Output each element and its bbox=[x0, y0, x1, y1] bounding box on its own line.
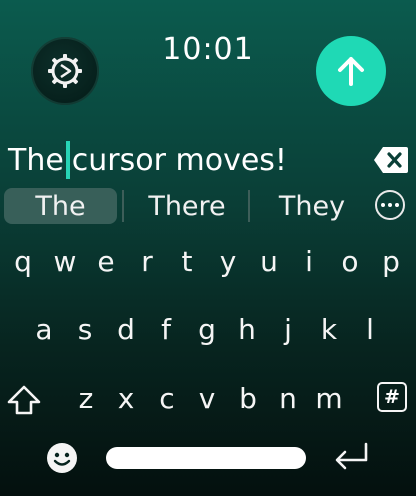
text-cursor bbox=[65, 141, 70, 179]
key[interactable]: h bbox=[232, 313, 262, 346]
backspace-icon bbox=[374, 147, 408, 173]
key[interactable]: m bbox=[314, 382, 344, 415]
key[interactable]: z bbox=[71, 382, 101, 415]
key[interactable]: q bbox=[8, 245, 38, 278]
dot bbox=[388, 203, 392, 207]
shift-icon bbox=[7, 385, 41, 415]
key[interactable]: g bbox=[192, 313, 222, 346]
key[interactable]: c bbox=[152, 382, 182, 415]
text-before-cursor: The bbox=[8, 142, 64, 178]
key[interactable]: u bbox=[254, 245, 284, 278]
key[interactable]: l bbox=[355, 313, 385, 346]
more-options-button[interactable] bbox=[375, 190, 405, 220]
key[interactable]: f bbox=[151, 313, 181, 346]
key[interactable]: j bbox=[273, 313, 303, 346]
key[interactable]: s bbox=[70, 313, 100, 346]
key[interactable]: v bbox=[192, 382, 222, 415]
key[interactable]: x bbox=[111, 382, 141, 415]
shift-key[interactable] bbox=[6, 384, 42, 416]
key[interactable]: t bbox=[172, 245, 202, 278]
text-after-cursor: cursor moves! bbox=[71, 142, 287, 178]
key[interactable]: b bbox=[233, 382, 263, 415]
return-icon bbox=[335, 442, 368, 470]
key[interactable]: o bbox=[335, 245, 365, 278]
key[interactable]: e bbox=[91, 245, 121, 278]
suggestion-divider bbox=[122, 190, 124, 222]
key[interactable]: y bbox=[213, 245, 243, 278]
return-key[interactable] bbox=[332, 440, 370, 474]
key[interactable]: n bbox=[273, 382, 303, 415]
key[interactable]: d bbox=[111, 313, 141, 346]
arrow-up-icon bbox=[338, 57, 364, 86]
emoji-button[interactable] bbox=[46, 442, 78, 474]
suggestion-item[interactable]: The bbox=[4, 188, 117, 224]
delete-button[interactable] bbox=[373, 145, 409, 175]
key[interactable]: i bbox=[294, 245, 324, 278]
dot bbox=[381, 203, 385, 207]
send-button[interactable] bbox=[316, 36, 386, 106]
space-bar[interactable] bbox=[106, 447, 306, 469]
text-input[interactable]: The cursor moves! bbox=[8, 141, 287, 179]
dot bbox=[395, 203, 399, 207]
emoji-icon bbox=[47, 443, 77, 473]
symbols-key[interactable]: # bbox=[377, 382, 407, 412]
key[interactable]: r bbox=[132, 245, 162, 278]
key[interactable]: p bbox=[376, 245, 406, 278]
suggestion-item[interactable]: They bbox=[252, 188, 372, 224]
key[interactable]: k bbox=[314, 313, 344, 346]
suggestion-item[interactable]: There bbox=[127, 188, 247, 224]
suggestion-divider bbox=[248, 190, 250, 222]
key[interactable]: w bbox=[50, 245, 80, 278]
key[interactable]: a bbox=[29, 313, 59, 346]
